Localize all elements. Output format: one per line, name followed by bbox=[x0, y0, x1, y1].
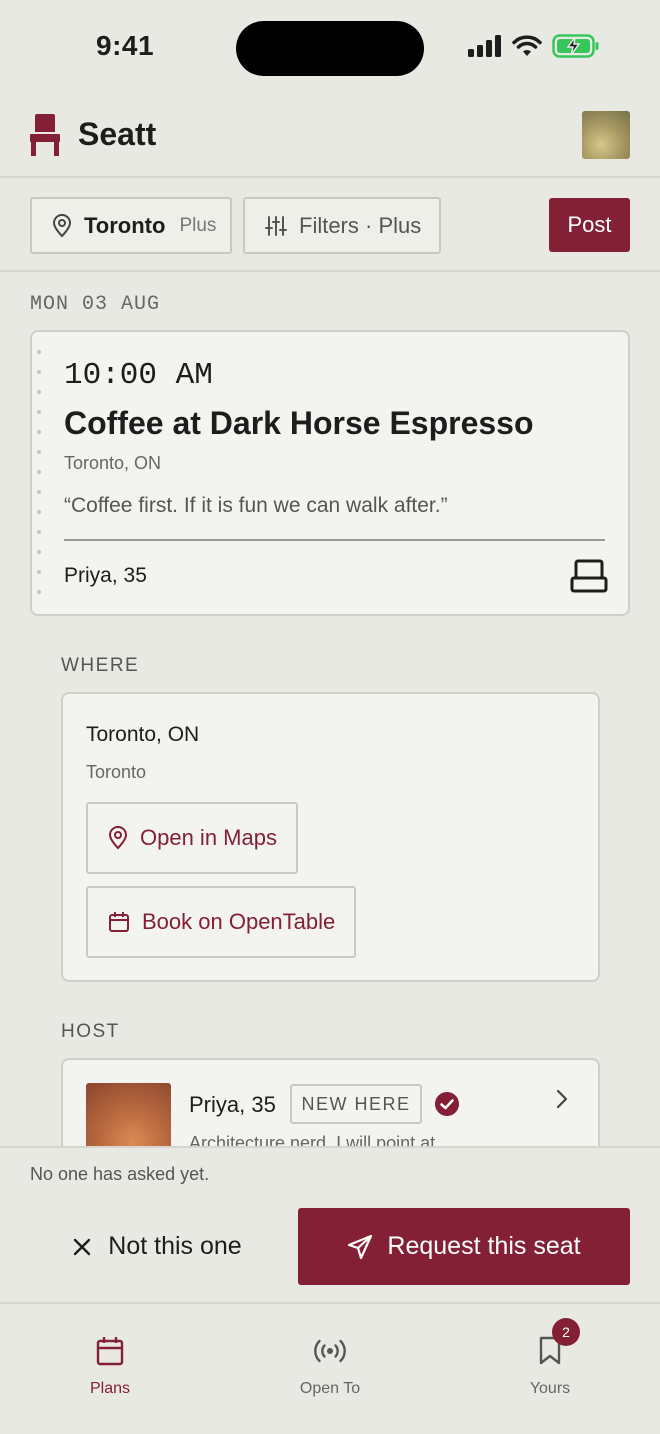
filters-label: Filters · Plus bbox=[299, 212, 422, 238]
ticket-perforation bbox=[37, 342, 41, 610]
request-status: No one has asked yet. bbox=[30, 1164, 210, 1184]
tab-bar: Plans Open To 2 Yours bbox=[0, 1302, 660, 1434]
tab-open-to[interactable]: Open To bbox=[260, 1332, 400, 1398]
date-header: MON 03 AUG bbox=[30, 293, 161, 316]
not-this-one-label: Not this one bbox=[108, 1232, 242, 1260]
map-pin-icon bbox=[108, 826, 128, 850]
status-time: 9:41 bbox=[96, 30, 155, 61]
plan-time: 10:00 AM bbox=[64, 358, 213, 393]
location-label: Toronto bbox=[84, 212, 166, 238]
request-seat-button[interactable]: Request this seat bbox=[298, 1208, 630, 1285]
app-title: Seatt bbox=[78, 116, 157, 152]
host-section-label: HOST bbox=[61, 1021, 120, 1042]
status-icons bbox=[468, 34, 600, 58]
battery-charging-icon bbox=[552, 34, 599, 58]
tab-yours[interactable]: 2 Yours bbox=[480, 1318, 620, 1398]
request-seat-label: Request this seat bbox=[387, 1232, 581, 1260]
sliders-icon bbox=[265, 215, 287, 237]
tab-plans-label: Plans bbox=[89, 1380, 131, 1397]
seat-icon bbox=[570, 559, 608, 593]
host-name: Priya, 35 bbox=[189, 1092, 276, 1117]
plan-location: Toronto, ON bbox=[64, 453, 162, 473]
filter-bar: Toronto Plus Filters · Plus Post bbox=[0, 180, 660, 272]
where-card: Toronto, ON Toronto Open in Maps Book on… bbox=[61, 692, 600, 982]
calendar-icon bbox=[96, 1337, 124, 1366]
broadcast-icon bbox=[314, 1339, 346, 1363]
chevron-right-icon bbox=[556, 1089, 568, 1109]
wifi-icon bbox=[512, 35, 542, 56]
dynamic-island bbox=[236, 21, 424, 76]
plan-title: Coffee at Dark Horse Espresso bbox=[64, 405, 534, 441]
divider bbox=[64, 539, 605, 541]
tab-open-to-label: Open To bbox=[299, 1380, 361, 1397]
location-chip[interactable]: Toronto Plus bbox=[30, 197, 232, 254]
host-card[interactable]: Priya, 35 NEW HERE Architecture nerd. I … bbox=[61, 1058, 600, 1158]
where-subtitle: Toronto bbox=[86, 762, 147, 782]
map-pin-icon bbox=[52, 213, 72, 238]
calendar-icon bbox=[108, 911, 130, 933]
send-icon bbox=[348, 1234, 373, 1259]
signal-icon bbox=[468, 35, 501, 57]
open-in-maps-label: Open in Maps bbox=[140, 825, 277, 850]
post-button[interactable]: Post bbox=[549, 198, 630, 252]
where-section-label: WHERE bbox=[61, 655, 140, 676]
where-title: Toronto, ON bbox=[86, 723, 200, 746]
status-bar: 9:41 bbox=[0, 0, 660, 96]
chair-icon bbox=[30, 114, 60, 156]
close-icon bbox=[74, 1238, 91, 1255]
book-opentable-label: Book on OpenTable bbox=[142, 909, 336, 934]
request-action-bar: No one has asked yet. Not this one Reque… bbox=[0, 1146, 660, 1302]
new-here-badge: NEW HERE bbox=[290, 1084, 422, 1124]
filters-chip[interactable]: Filters · Plus bbox=[243, 197, 441, 254]
book-opentable-button[interactable]: Book on OpenTable bbox=[86, 886, 356, 958]
yours-count-badge: 2 bbox=[552, 1318, 580, 1346]
plus-tag: Plus bbox=[179, 214, 217, 236]
plan-card[interactable]: 10:00 AM Coffee at Dark Horse Espresso T… bbox=[30, 330, 630, 616]
profile-avatar[interactable] bbox=[582, 111, 630, 159]
not-this-one-button[interactable]: Not this one bbox=[30, 1208, 284, 1285]
app-header: Seatt bbox=[0, 96, 660, 178]
verified-check-icon bbox=[435, 1092, 459, 1116]
tab-plans[interactable]: Plans bbox=[40, 1332, 180, 1398]
plan-quote: “Coffee first. If it is fun we can walk … bbox=[64, 494, 448, 517]
open-in-maps-button[interactable]: Open in Maps bbox=[86, 802, 298, 874]
tab-yours-label: Yours bbox=[529, 1380, 571, 1397]
plan-host: Priya, 35 bbox=[64, 564, 147, 587]
